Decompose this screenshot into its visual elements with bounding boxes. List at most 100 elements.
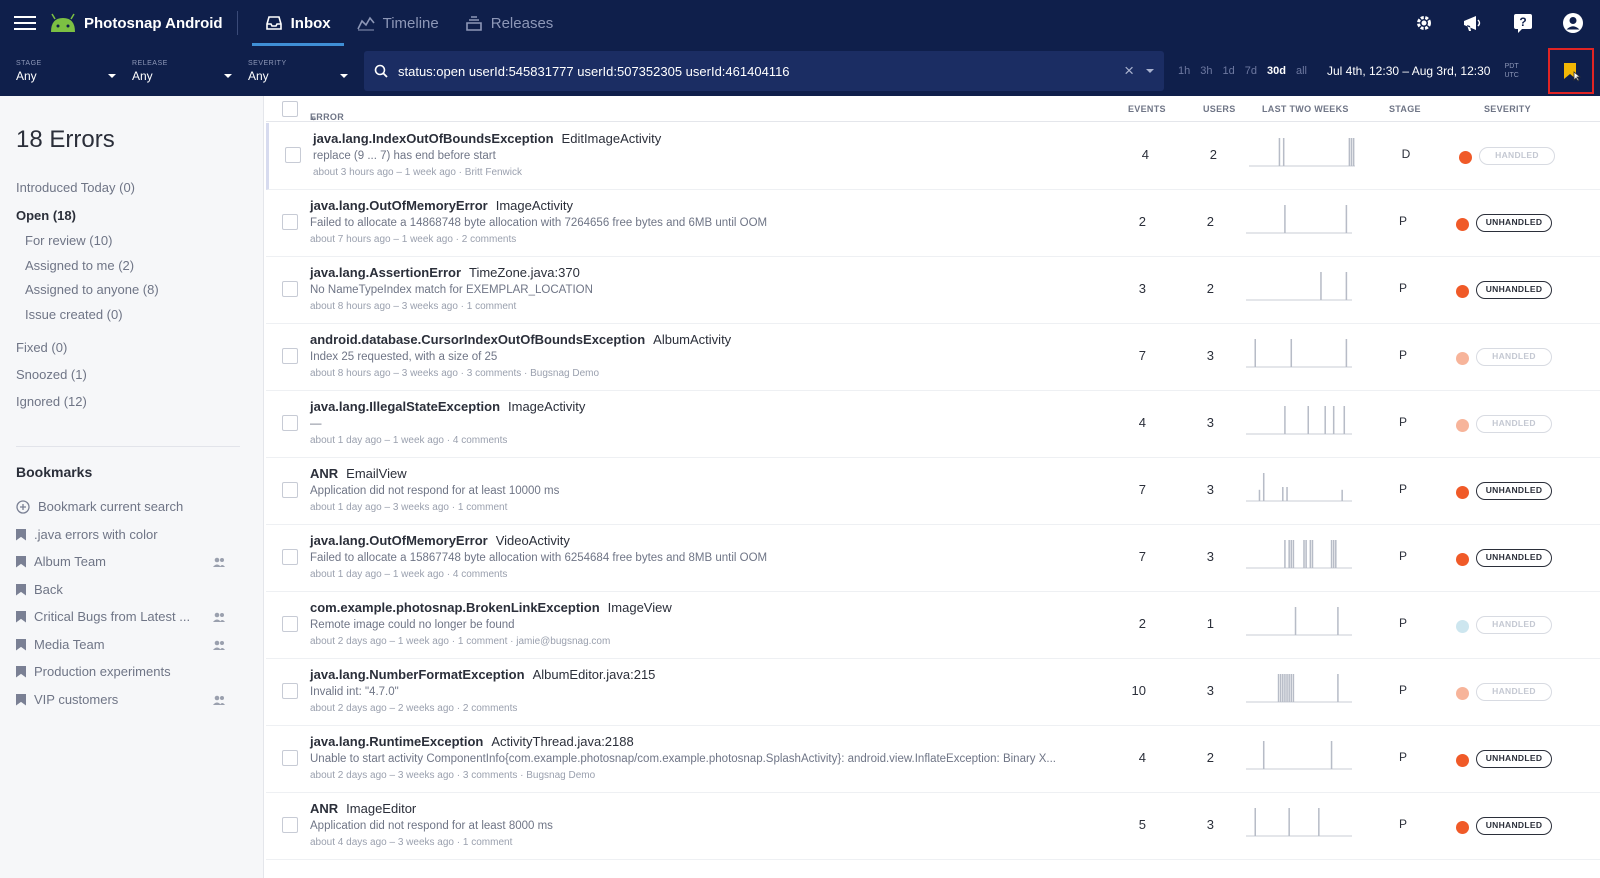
table-row[interactable]: java.lang.NumberFormatException AlbumEdit… — [266, 659, 1600, 726]
sidebar-item-open[interactable]: Open (18) — [16, 208, 76, 223]
bookmark-item[interactable]: Production experiments — [16, 664, 226, 679]
range-1d[interactable]: 1d — [1223, 65, 1235, 77]
header-severity[interactable]: SEVERITY — [1484, 104, 1531, 114]
severity-dot[interactable] — [1456, 352, 1469, 365]
severity-filter[interactable]: SEVERITY Any — [232, 46, 348, 96]
sidebar-item-issue-created[interactable]: Issue created (0) — [25, 307, 123, 322]
table-row[interactable]: ANR ImageEditor Application did not respon… — [266, 793, 1600, 860]
handled-badge: HANDLED — [1476, 616, 1552, 634]
header-users[interactable]: USERS — [1203, 104, 1236, 114]
range-all[interactable]: all — [1296, 65, 1307, 77]
error-class[interactable]: ANR ImageEditor — [310, 801, 416, 816]
error-class[interactable]: java.lang.AssertionError TimeZone.java:37… — [310, 265, 580, 280]
row-checkbox[interactable] — [282, 281, 298, 297]
row-checkbox[interactable] — [282, 817, 298, 833]
row-checkbox[interactable] — [282, 214, 298, 230]
range-3h[interactable]: 3h — [1200, 65, 1212, 77]
settings-gear-icon[interactable] — [1414, 13, 1434, 33]
tab-inbox[interactable]: Inbox — [251, 0, 344, 46]
tab-timeline[interactable]: Timeline — [344, 0, 452, 46]
error-class-name: java.lang.OutOfMemoryError — [310, 198, 488, 213]
table-row[interactable]: com.example.photosnap.BrokenLinkExceptio… — [266, 592, 1600, 659]
header-stage[interactable]: STAGE — [1389, 104, 1421, 114]
severity-dot[interactable] — [1456, 553, 1469, 566]
range-1h[interactable]: 1h — [1178, 65, 1190, 77]
error-class[interactable]: java.lang.NumberFormatException AlbumEdit… — [310, 667, 655, 682]
sidebar-item-for-review[interactable]: For review (10) — [25, 233, 112, 248]
row-checkbox[interactable] — [282, 549, 298, 565]
row-checkbox[interactable] — [282, 348, 298, 364]
help-icon[interactable]: ? — [1512, 13, 1534, 33]
error-class[interactable]: java.lang.OutOfMemoryError VideoActivity — [310, 533, 570, 548]
bookmark-item[interactable]: .java errors with color — [16, 527, 226, 542]
row-checkbox[interactable] — [282, 415, 298, 431]
release-filter[interactable]: RELEASE Any — [116, 46, 232, 96]
header-events[interactable]: EVENTS — [1128, 104, 1166, 114]
row-checkbox[interactable] — [285, 147, 301, 163]
sidebar-item-fixed[interactable]: Fixed (0) — [16, 340, 67, 355]
sidebar-item-assigned-to-me[interactable]: Assigned to me (2) — [25, 258, 134, 273]
error-class-name: java.lang.IllegalStateException — [310, 399, 501, 414]
menu-icon[interactable] — [14, 16, 36, 30]
error-class[interactable]: java.lang.IllegalStateException ImageActi… — [310, 399, 585, 414]
error-class[interactable]: java.lang.RuntimeException ActivityThread… — [310, 734, 634, 749]
range-30d[interactable]: 30d — [1267, 65, 1286, 77]
table-row[interactable]: java.lang.IllegalStateException ImageActi… — [266, 391, 1600, 458]
date-range[interactable]: Jul 4th, 12:30 – Aug 3rd, 12:30 — [1327, 64, 1490, 78]
row-checkbox[interactable] — [282, 616, 298, 632]
error-class[interactable]: java.lang.OutOfMemoryError ImageActivity — [310, 198, 573, 213]
error-class[interactable]: java.lang.IndexOutOfBoundsException EditI… — [313, 131, 661, 146]
severity-dot[interactable] — [1456, 821, 1469, 834]
row-checkbox[interactable] — [282, 482, 298, 498]
events-count: 4 — [1138, 415, 1146, 430]
sidebar-item-snoozed[interactable]: Snoozed (1) — [16, 367, 87, 382]
tab-releases-label: Releases — [490, 14, 554, 32]
table-row[interactable]: java.lang.IndexOutOfBoundsException EditI… — [266, 123, 1600, 190]
users-count: 2 — [1206, 281, 1214, 296]
bookmark-button[interactable] — [1548, 48, 1594, 94]
severity-dot[interactable] — [1456, 218, 1469, 231]
error-meta: about 1 day ago – 3 weeks ago · 1 commen… — [310, 502, 508, 513]
timezone-toggle[interactable]: PDT UTC — [1504, 62, 1518, 80]
clear-search-icon[interactable]: × — [1124, 61, 1134, 81]
app-name[interactable]: Photosnap Android — [84, 15, 223, 32]
chevron-down-icon — [224, 74, 232, 78]
table-row[interactable]: ANR EmailView Application did not respond … — [266, 458, 1600, 525]
severity-dot[interactable] — [1456, 620, 1469, 633]
sidebar-item-introduced-today[interactable]: Introduced Today (0) — [16, 180, 135, 195]
bookmark-item[interactable]: Critical Bugs from Latest ... — [16, 609, 226, 624]
range-7d[interactable]: 7d — [1245, 65, 1257, 77]
error-class[interactable]: ANR EmailView — [310, 466, 407, 481]
stage-filter[interactable]: STAGE Any — [0, 46, 116, 96]
severity-dot[interactable] — [1459, 151, 1472, 164]
error-meta: about 7 hours ago – 1 week ago · 2 comme… — [310, 234, 517, 245]
sidebar-item-ignored[interactable]: Ignored (12) — [16, 394, 87, 409]
table-row[interactable]: java.lang.OutOfMemoryError VideoActivity F… — [266, 525, 1600, 592]
table-row[interactable]: java.lang.AssertionError TimeZone.java:37… — [266, 257, 1600, 324]
error-class[interactable]: android.database.CursorIndexOutOfBoundsE… — [310, 332, 731, 347]
bookmark-item[interactable]: Back — [16, 582, 226, 597]
tab-releases[interactable]: Releases — [452, 0, 567, 46]
severity-dot[interactable] — [1456, 687, 1469, 700]
bookmark-current-search[interactable]: Bookmark current search — [16, 499, 226, 514]
megaphone-icon[interactable] — [1462, 13, 1484, 33]
table-row[interactable]: java.lang.OutOfMemoryError ImageActivity F… — [266, 190, 1600, 257]
severity-dot[interactable] — [1456, 754, 1469, 767]
account-icon[interactable] — [1562, 12, 1584, 34]
row-checkbox[interactable] — [282, 750, 298, 766]
severity-dot[interactable] — [1456, 285, 1469, 298]
select-all-checkbox[interactable] — [282, 101, 298, 117]
search-dropdown-icon[interactable] — [1146, 69, 1154, 73]
error-class[interactable]: com.example.photosnap.BrokenLinkExceptio… — [310, 600, 672, 615]
bookmark-item[interactable]: Media Team — [16, 637, 226, 652]
search-query[interactable]: status:open userId:545831777 userId:5073… — [398, 64, 1124, 79]
sidebar-item-assigned-to-anyone[interactable]: Assigned to anyone (8) — [25, 282, 159, 297]
row-checkbox[interactable] — [282, 683, 298, 699]
table-row[interactable]: java.lang.RuntimeException ActivityThread… — [266, 726, 1600, 793]
bookmark-item[interactable]: VIP customers — [16, 692, 226, 707]
table-row[interactable]: android.database.CursorIndexOutOfBoundsE… — [266, 324, 1600, 391]
severity-dot[interactable] — [1456, 419, 1469, 432]
search-input[interactable]: status:open userId:545831777 userId:5073… — [364, 51, 1164, 91]
severity-dot[interactable] — [1456, 486, 1469, 499]
bookmark-item[interactable]: Album Team — [16, 554, 226, 569]
